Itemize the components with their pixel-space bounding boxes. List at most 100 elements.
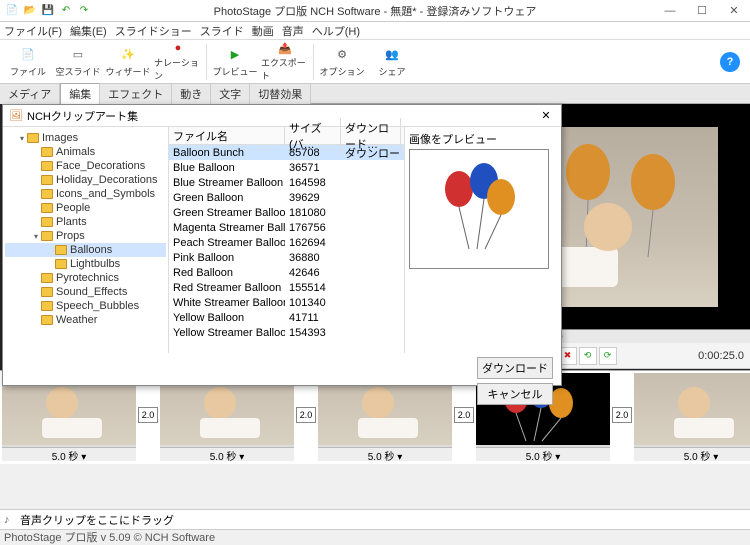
next-button[interactable]: ⟳ [599, 347, 617, 365]
folder-icon [55, 245, 67, 255]
toolbar-プレビュー[interactable]: ▶プレビュー [211, 42, 259, 82]
audio-track[interactable]: ♪ 音声クリップをここにドラッグ [0, 509, 750, 529]
transition-duration[interactable]: 2.0 [612, 407, 632, 423]
clip-duration[interactable]: 5.0 秒 ▾ [476, 447, 610, 461]
qat-save-icon[interactable]: 💾 [40, 3, 56, 19]
music-icon: ♪ [4, 514, 16, 526]
qat-open-icon[interactable]: 📂 [22, 3, 38, 19]
file-row[interactable]: Blue Balloon36571 [169, 160, 404, 175]
cancel-button[interactable]: キャンセル [477, 383, 553, 405]
file-row[interactable]: Blue Streamer Balloon164598 [169, 175, 404, 190]
file-row[interactable]: Balloon Bunch85708ダウンロード… [169, 145, 404, 160]
file-size: 164598 [285, 177, 341, 189]
storyboard-clip[interactable]: 5.0 秒 ▾ [634, 373, 750, 461]
tree-item[interactable]: Animals [5, 145, 166, 159]
tab-row: メディア編集エフェクト動き文字切替効果 [0, 84, 750, 104]
toolbar-ウィザード[interactable]: ✨ウィザード [104, 42, 152, 82]
transition-duration[interactable]: 2.0 [296, 407, 316, 423]
tree-item[interactable]: Speech_Bubbles [5, 299, 166, 313]
tree-item[interactable]: People [5, 201, 166, 215]
clip-duration[interactable]: 5.0 秒 ▾ [634, 447, 750, 461]
tab-切替効果[interactable]: 切替効果 [250, 84, 311, 104]
tree-item[interactable]: ▾Props [5, 229, 166, 243]
file-row[interactable]: Green Balloon39629 [169, 190, 404, 205]
transition-duration[interactable]: 2.0 [138, 407, 158, 423]
toolbar-ファイル[interactable]: 📄ファイル [4, 42, 52, 82]
file-size: 162694 [285, 237, 341, 249]
minimize-button[interactable]: — [654, 0, 686, 22]
file-row[interactable]: White Streamer Balloon101340 [169, 295, 404, 310]
clip-duration[interactable]: 5.0 秒 ▾ [160, 447, 294, 461]
tree-item[interactable]: ▾ Images [5, 131, 166, 145]
transition[interactable]: 2.0 [612, 371, 632, 459]
transition-duration[interactable]: 2.0 [454, 407, 474, 423]
maximize-button[interactable]: ☐ [686, 0, 718, 22]
toolbar-label: エクスポート [261, 56, 309, 82]
status-text: PhotoStage プロ版 v 5.09 © NCH Software [4, 529, 215, 545]
tree-label: Face_Decorations [56, 160, 145, 172]
toolbar-label: ファイル [10, 65, 46, 78]
toolbar-シェア[interactable]: 👥シェア [368, 42, 416, 82]
folder-icon [41, 147, 53, 157]
file-row[interactable]: Red Balloon42646 [169, 265, 404, 280]
tree-label: Images [42, 132, 78, 144]
help-button[interactable]: ? [720, 52, 740, 72]
menu-item[interactable]: 音声 [282, 23, 304, 39]
menu-item[interactable]: 動画 [252, 23, 274, 39]
tab-動き[interactable]: 動き [172, 84, 211, 104]
tree-twisty-icon[interactable]: ▾ [31, 232, 41, 241]
tree-item[interactable]: Holiday_Decorations [5, 173, 166, 187]
tree-item[interactable]: Face_Decorations [5, 159, 166, 173]
file-row[interactable]: Peach Streamer Balloon162694 [169, 235, 404, 250]
qat-new-icon[interactable]: 📄 [4, 3, 20, 19]
col-filename[interactable]: ファイル名 [169, 126, 285, 146]
file-list-header[interactable]: ファイル名 サイズ (バ… ダウンロード… [169, 127, 404, 145]
dialog-titlebar[interactable]: 🖼 NCHクリップアート集 ✕ [3, 105, 561, 127]
file-list[interactable]: ファイル名 サイズ (バ… ダウンロード… Balloon Bunch85708… [169, 127, 405, 353]
tab-メディア[interactable]: メディア [0, 84, 60, 104]
file-name: Yellow Balloon [169, 312, 285, 324]
dialog-close-button[interactable]: ✕ [537, 107, 555, 125]
tree-item[interactable]: Lightbulbs [5, 257, 166, 271]
file-row[interactable]: Pink Balloon36880 [169, 250, 404, 265]
file-row[interactable]: Red Streamer Balloon155514 [169, 280, 404, 295]
qat-redo-icon[interactable]: ↷ [76, 3, 92, 19]
download-button[interactable]: ダウンロード [477, 357, 553, 379]
menu-item[interactable]: スライドショー [115, 23, 192, 39]
toolbar-空スライド[interactable]: ▭空スライド [54, 42, 102, 82]
toolbar-label: ナレーション [154, 56, 202, 82]
file-size: 155514 [285, 282, 341, 294]
tree-item[interactable]: Plants [5, 215, 166, 229]
file-name: Magenta Streamer Balloon [169, 222, 285, 234]
category-tree[interactable]: ▾ ImagesAnimalsFace_DecorationsHoliday_De… [3, 127, 169, 353]
tab-エフェクト[interactable]: エフェクト [100, 84, 172, 104]
tree-item[interactable]: Icons_and_Symbols [5, 187, 166, 201]
file-row[interactable]: Yellow Balloon41711 [169, 310, 404, 325]
prev-button[interactable]: ⟲ [579, 347, 597, 365]
folder-icon [41, 301, 53, 311]
tree-label: Pyrotechnics [56, 272, 119, 284]
menu-item[interactable]: ファイル(F) [4, 23, 62, 39]
toolbar-ナレーション[interactable]: ●ナレーション [154, 42, 202, 82]
file-row[interactable]: Green Streamer Balloon181080 [169, 205, 404, 220]
file-row[interactable]: Magenta Streamer Balloon176756 [169, 220, 404, 235]
close-button[interactable]: ✕ [718, 0, 750, 22]
tree-item[interactable]: Weather [5, 313, 166, 327]
tree-item[interactable]: Pyrotechnics [5, 271, 166, 285]
clip-duration[interactable]: 5.0 秒 ▾ [318, 447, 452, 461]
tab-編集[interactable]: 編集 [60, 83, 100, 104]
menu-item[interactable]: ヘルプ(H) [312, 23, 360, 39]
qat-undo-icon[interactable]: ↶ [58, 3, 74, 19]
tree-item[interactable]: Sound_Effects [5, 285, 166, 299]
tab-文字[interactable]: 文字 [211, 84, 250, 104]
file-row[interactable]: Yellow Streamer Balloon154393 [169, 325, 404, 340]
tree-twisty-icon[interactable]: ▾ [17, 134, 27, 143]
menu-item[interactable]: スライド [200, 23, 244, 39]
toolbar-オプション[interactable]: ⚙オプション [318, 42, 366, 82]
toolbar-icon: 📤 [276, 42, 294, 55]
tree-item[interactable]: Balloons [5, 243, 166, 257]
menu-item[interactable]: 編集(E) [70, 23, 107, 39]
toolbar-エクスポート[interactable]: 📤エクスポート [261, 42, 309, 82]
file-name: Yellow Streamer Balloon [169, 327, 285, 339]
clip-duration[interactable]: 5.0 秒 ▾ [2, 447, 136, 461]
